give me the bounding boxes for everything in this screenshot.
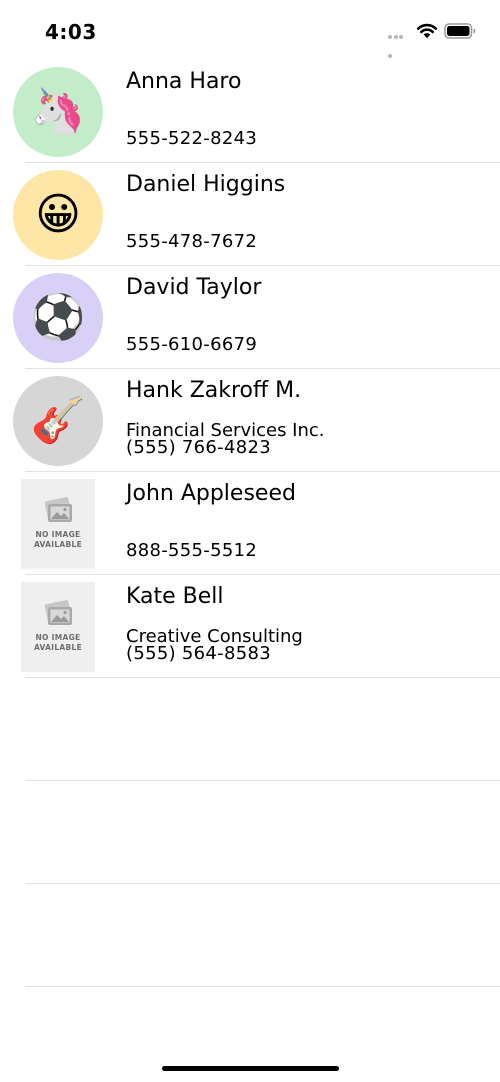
row-separator bbox=[25, 986, 500, 987]
wifi-icon bbox=[416, 23, 438, 39]
contact-phone: 555-522-8243 bbox=[126, 128, 258, 149]
grinning-face-icon: 😀 bbox=[35, 189, 81, 240]
contact-name: Anna Haro bbox=[126, 69, 242, 94]
soccer-ball-icon: ⚽ bbox=[30, 292, 86, 343]
contact-name: Kate Bell bbox=[126, 584, 224, 609]
status-bar: 4:03 bbox=[0, 0, 500, 62]
contact-name: Hank Zakroff M. bbox=[126, 378, 302, 403]
empty-row bbox=[0, 884, 500, 987]
photo-placeholder-icon bbox=[44, 497, 72, 522]
contact-phone: 888-555-5512 bbox=[126, 540, 258, 561]
no-image-placeholder: NO IMAGE AVAILABLE bbox=[21, 582, 95, 672]
contact-name: John Appleseed bbox=[126, 481, 296, 506]
no-image-placeholder: NO IMAGE AVAILABLE bbox=[21, 479, 95, 569]
contact-row[interactable]: NO IMAGE AVAILABLE Kate Bell Creative Co… bbox=[0, 575, 500, 678]
no-image-label: NO IMAGE AVAILABLE bbox=[33, 530, 83, 549]
contact-phone: (555) 766-4823 bbox=[126, 437, 271, 458]
avatar: 🦄 bbox=[13, 67, 103, 157]
photo-placeholder-icon bbox=[44, 600, 72, 625]
guitar-icon: 🎸 bbox=[30, 395, 86, 446]
no-image-label: NO IMAGE AVAILABLE bbox=[33, 633, 83, 652]
home-indicator[interactable] bbox=[162, 1066, 339, 1071]
contact-phone: 555-478-7672 bbox=[126, 231, 258, 252]
contact-row[interactable]: NO IMAGE AVAILABLE John Appleseed 888-55… bbox=[0, 472, 500, 575]
avatar: 🎸 bbox=[13, 376, 103, 466]
status-time: 4:03 bbox=[45, 20, 97, 44]
empty-row bbox=[0, 678, 500, 781]
unicorn-icon: 🦄 bbox=[30, 86, 86, 137]
contact-row[interactable]: ⚽ David Taylor 555-610-6679 bbox=[0, 266, 500, 369]
contact-name: David Taylor bbox=[126, 275, 262, 300]
contact-phone: 555-610-6679 bbox=[126, 334, 258, 355]
contact-row[interactable]: 🎸 Hank Zakroff M. Financial Services Inc… bbox=[0, 369, 500, 472]
contact-row[interactable]: 😀 Daniel Higgins 555-478-7672 bbox=[0, 163, 500, 266]
avatar: 😀 bbox=[13, 170, 103, 260]
contacts-list: 🦄 Anna Haro 555-522-8243 😀 Daniel Higgin… bbox=[0, 60, 500, 987]
cellular-signal-icon bbox=[388, 35, 410, 58]
battery-icon bbox=[444, 23, 476, 39]
contact-phone: (555) 564-8583 bbox=[126, 643, 271, 664]
contact-row[interactable]: 🦄 Anna Haro 555-522-8243 bbox=[0, 60, 500, 163]
avatar: ⚽ bbox=[13, 273, 103, 363]
contact-name: Daniel Higgins bbox=[126, 172, 286, 197]
empty-row bbox=[0, 781, 500, 884]
